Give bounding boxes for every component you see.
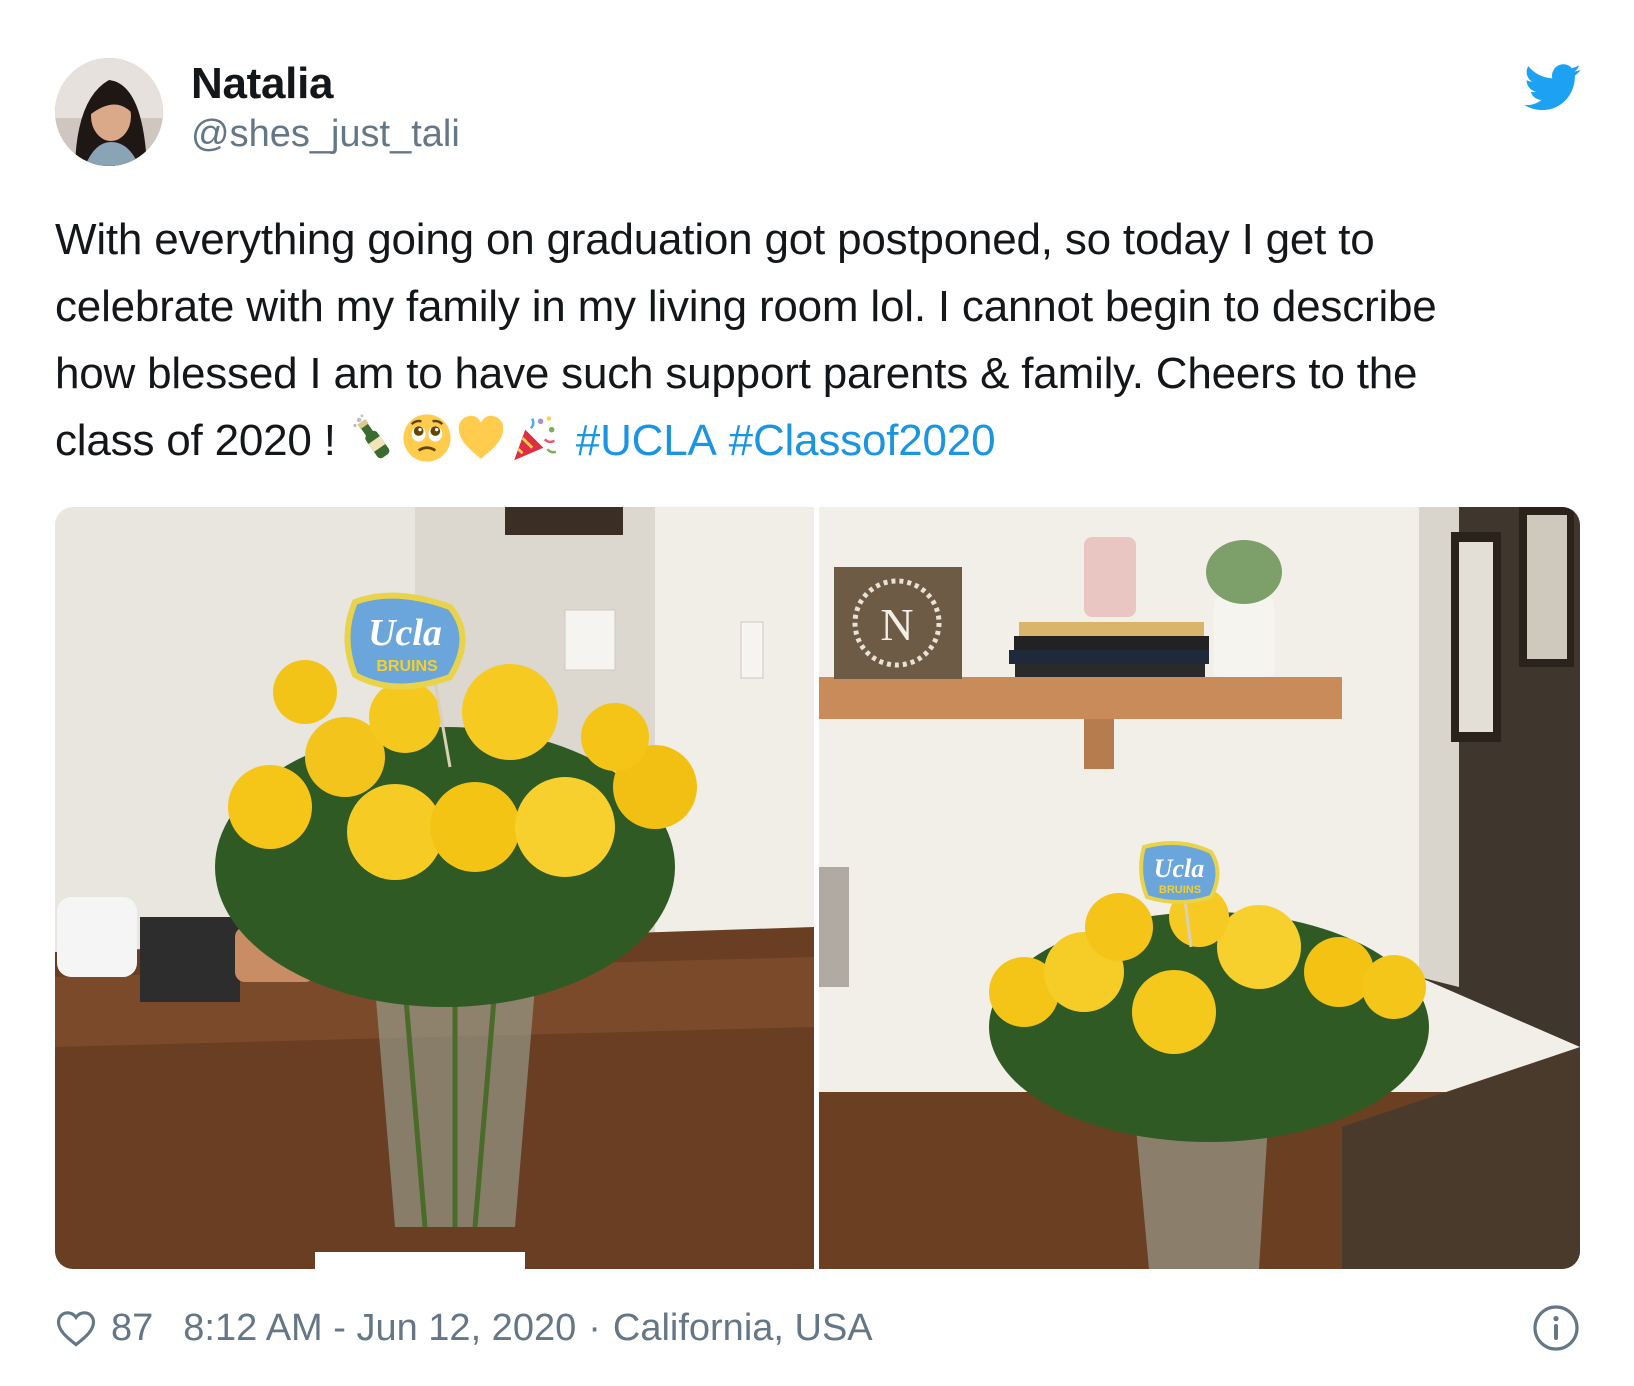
sign-text: Ucla [368, 612, 442, 654]
media-gallery: Ucla BRUINS N Ucla BRUINS [55, 507, 1580, 1269]
tweet-text: With everything going on graduation got … [55, 206, 1595, 474]
heart-outline-icon[interactable] [55, 1308, 97, 1348]
tweet-text-line: celebrate with my family in my living ro… [55, 282, 1437, 331]
separator: · [588, 1306, 601, 1349]
author-handle[interactable]: @shes_just_tali [191, 113, 460, 156]
tweet-footer: 87 8:12 AM - Jun 12, 2020 · California, … [55, 1300, 1580, 1356]
avatar[interactable] [55, 58, 163, 166]
party-popper-emoji [510, 413, 560, 463]
location[interactable]: California, USA [613, 1307, 873, 1350]
photo-roses-vase-left[interactable]: Ucla BRUINS [55, 507, 814, 1269]
tweet-text-end: class of 2020 ! [55, 416, 336, 465]
tweet-text-line: With everything going on graduation got … [55, 215, 1375, 264]
sign-subtext: BRUINS [1159, 884, 1201, 896]
monogram-text: N [880, 599, 913, 650]
sign-subtext: BRUINS [376, 658, 438, 675]
champagne-emoji [348, 413, 398, 463]
tweet-text-line: class of 2020 ! #UCLA #Classof2020 [55, 407, 1595, 474]
hashtag-ucla[interactable]: #UCLA [576, 416, 717, 465]
pleading-face-emoji [402, 413, 452, 463]
hashtag-classof2020[interactable]: #Classof2020 [729, 416, 996, 465]
tweet-card: Natalia @shes_just_tali With everything … [0, 0, 1634, 1386]
tweet-text-line: how blessed I am to have such support pa… [55, 349, 1418, 398]
author-name[interactable]: Natalia [191, 59, 334, 109]
timestamp[interactable]: 8:12 AM - Jun 12, 2020 [183, 1307, 576, 1350]
yellow-heart-emoji [456, 413, 506, 463]
info-circle-icon[interactable] [1532, 1304, 1580, 1352]
twitter-bird-icon[interactable] [1524, 64, 1582, 112]
sign-text: Ucla [1154, 854, 1205, 883]
like-count[interactable]: 87 [111, 1307, 153, 1350]
photo-roses-vase-right[interactable]: N Ucla BRUINS [819, 507, 1580, 1269]
